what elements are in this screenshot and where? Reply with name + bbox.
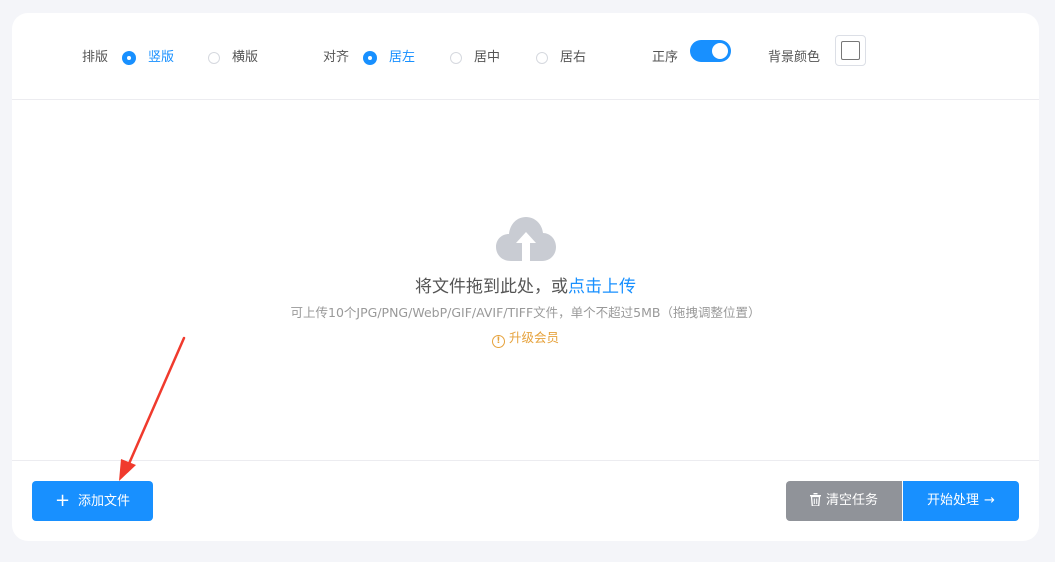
- radio-dot: [450, 52, 462, 64]
- radio-align-right[interactable]: 居右: [536, 50, 586, 66]
- layout-label: 排版: [82, 50, 109, 65]
- add-file-button[interactable]: + 添加文件: [32, 481, 153, 521]
- footer-divider: [12, 460, 1039, 461]
- radio-dot: [122, 51, 136, 65]
- warning-circle-icon: !: [491, 335, 505, 348]
- plus-icon: +: [54, 490, 71, 511]
- clear-tasks-label: 清空任务: [825, 493, 878, 508]
- radio-dot: [363, 51, 377, 65]
- upgrade-label: 升级会员: [508, 330, 559, 345]
- options-bar: 排版 竖版 横版 对齐 居左 居中 居右 正序 背景颜色: [12, 13, 1039, 100]
- dropzone-title: 将文件拖到此处，或点击上传: [12, 272, 1039, 297]
- arrow-right-icon: →: [984, 493, 995, 508]
- upgrade-link[interactable]: ! 升级会员: [12, 327, 1039, 348]
- bg-color-picker[interactable]: [835, 35, 866, 66]
- trash-icon: [809, 493, 821, 506]
- order-label: 正序: [652, 50, 679, 65]
- radio-layout-horizontal[interactable]: 横版: [208, 50, 258, 66]
- color-swatch: [841, 41, 860, 60]
- radio-dot: [536, 52, 548, 64]
- radio-label: 居左: [389, 50, 416, 65]
- radio-align-left[interactable]: 居左: [363, 50, 415, 66]
- radio-dot: [208, 52, 220, 64]
- radio-layout-vertical[interactable]: 竖版: [122, 50, 174, 66]
- order-toggle[interactable]: [690, 40, 731, 62]
- radio-label: 竖版: [148, 50, 175, 65]
- bg-color-label: 背景颜色: [768, 50, 821, 65]
- main-card: 排版 竖版 横版 对齐 居左 居中 居右 正序 背景颜色 将文件拖到此处，或点击…: [12, 13, 1039, 541]
- cloud-upload-icon: [496, 217, 556, 261]
- align-label: 对齐: [323, 50, 350, 65]
- radio-label: 居右: [560, 50, 587, 65]
- dropzone-title-text: 将文件拖到此处，或: [415, 277, 568, 297]
- start-processing-button[interactable]: 开始处理 →: [903, 481, 1019, 521]
- clear-tasks-button[interactable]: 清空任务: [786, 481, 902, 521]
- start-processing-label: 开始处理: [927, 493, 980, 508]
- upload-dropzone[interactable]: 将文件拖到此处，或点击上传 可上传10个JPG/PNG/WebP/GIF/AVI…: [12, 100, 1039, 460]
- add-file-label: 添加文件: [78, 494, 131, 509]
- radio-label: 横版: [232, 50, 259, 65]
- radio-align-center[interactable]: 居中: [450, 50, 500, 66]
- radio-label: 居中: [474, 50, 501, 65]
- click-upload-link[interactable]: 点击上传: [568, 277, 636, 297]
- upload-hint: 可上传10个JPG/PNG/WebP/GIF/AVIF/TIFF文件，单个不超过…: [290, 305, 761, 320]
- toggle-knob: [712, 43, 728, 59]
